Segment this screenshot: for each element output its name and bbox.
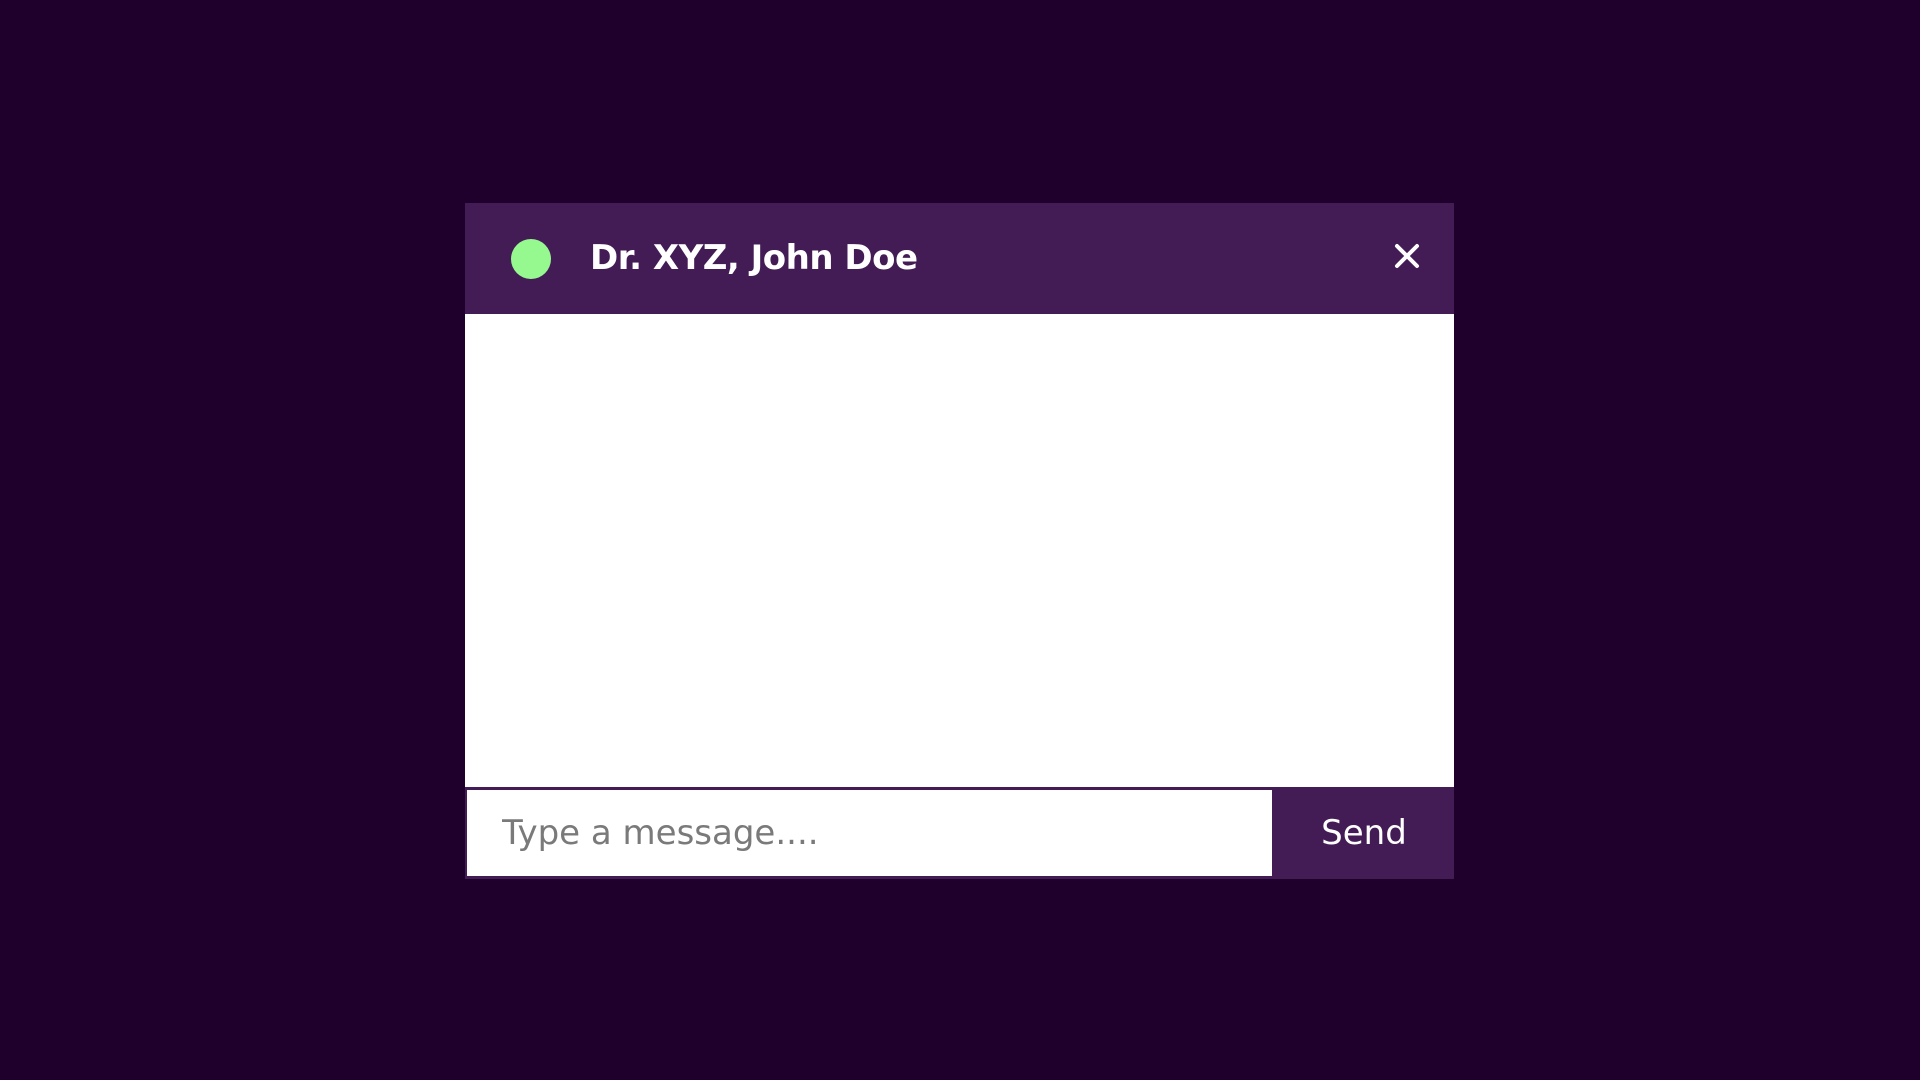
send-button[interactable]: Send (1274, 787, 1454, 879)
message-composer: Send (465, 787, 1454, 879)
chat-header: Dr. XYZ, John Doe (465, 203, 1454, 314)
message-list[interactable] (465, 314, 1454, 787)
message-input[interactable] (467, 790, 1272, 876)
chat-window: Dr. XYZ, John Doe Send (465, 203, 1454, 879)
chat-title: Dr. XYZ, John Doe (590, 238, 918, 278)
page-background: Dr. XYZ, John Doe Send (0, 0, 1920, 1080)
close-button[interactable] (1380, 229, 1434, 283)
close-icon (1395, 244, 1419, 268)
online-status-indicator (511, 239, 551, 279)
